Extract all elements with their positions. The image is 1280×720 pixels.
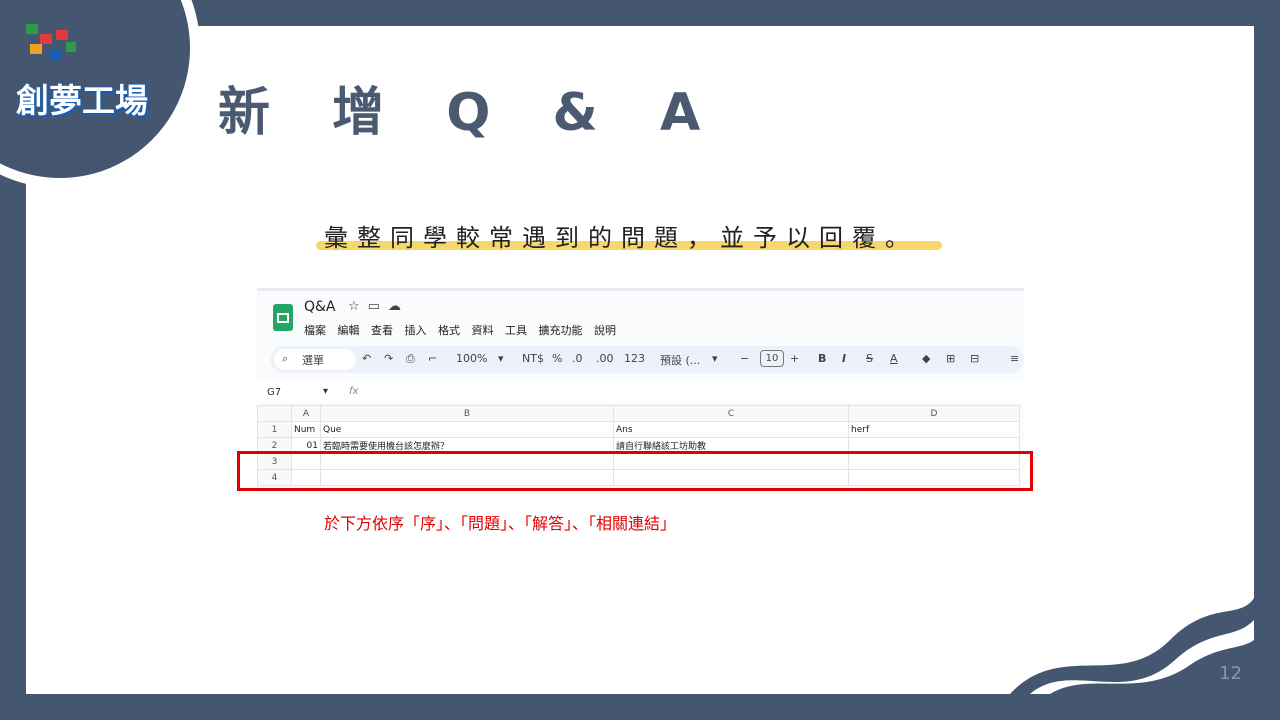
menu-data[interactable]: 資料 xyxy=(472,324,494,337)
title-icons: ☆▭☁ xyxy=(348,299,409,314)
menu-format[interactable]: 格式 xyxy=(438,324,460,337)
corner-select-all[interactable] xyxy=(257,405,292,422)
menu-insert[interactable]: 插入 xyxy=(405,324,427,337)
column-header-d[interactable]: D xyxy=(848,405,1020,422)
italic-icon[interactable]: I xyxy=(842,352,846,365)
page-title: 新 增 Q & A xyxy=(218,83,723,143)
document-title[interactable]: Q&A xyxy=(304,299,336,315)
align-icon[interactable]: ≡ xyxy=(1010,352,1019,365)
column-header-a[interactable]: A xyxy=(291,405,321,422)
cell[interactable]: Num xyxy=(291,421,321,438)
print-icon[interactable]: ⎙ xyxy=(406,352,415,366)
borders-icon[interactable]: ⊞ xyxy=(946,352,955,365)
chevron-down-icon[interactable]: ▾ xyxy=(323,386,328,397)
row-header[interactable]: 1 xyxy=(257,421,292,438)
minus-icon[interactable]: − xyxy=(740,352,749,365)
puzzle-icon xyxy=(26,24,76,60)
toolbar: ⌕ 選單 ↶ ↷ ⎙ ⌐ 100% ▾ NT$ % .0 .00 123 預設 … xyxy=(270,346,1024,373)
name-box[interactable]: G7 xyxy=(267,387,281,398)
search-icon: ⌕ xyxy=(282,352,289,365)
menu-help[interactable]: 說明 xyxy=(594,324,616,337)
plus-icon[interactable]: + xyxy=(790,352,799,365)
menu-view[interactable]: 查看 xyxy=(371,324,393,337)
page-number: 12 xyxy=(1219,663,1242,684)
fx-icon: fx xyxy=(349,386,359,397)
increase-decimal-button[interactable]: .00 xyxy=(596,352,614,365)
decrease-decimal-button[interactable]: .0 xyxy=(572,352,583,365)
sheets-app-icon[interactable] xyxy=(273,304,293,331)
merge-cells-icon[interactable]: ⊟ xyxy=(970,352,979,365)
fill-color-icon[interactable]: ◆ xyxy=(922,352,930,365)
number-format-button[interactable]: 123 xyxy=(624,352,645,365)
star-icon[interactable]: ☆ xyxy=(348,299,368,314)
paint-format-icon[interactable]: ⌐ xyxy=(428,352,437,365)
column-header-c[interactable]: C xyxy=(613,405,849,422)
sheet-header: Q&A ☆▭☁ 檔案 編輯 查看 插入 格式 資料 工具 擴充功能 說明 xyxy=(257,291,1024,339)
formula-bar: G7 ▾ fx xyxy=(257,381,1024,403)
redo-icon[interactable]: ↷ xyxy=(384,352,393,365)
folder-move-icon[interactable]: ▭ xyxy=(368,299,388,314)
table-row: 1 Num Que Ans herf xyxy=(257,421,1020,438)
bold-icon[interactable]: B xyxy=(818,352,826,365)
strikethrough-icon[interactable]: S xyxy=(866,352,873,365)
font-select[interactable]: 預設 (... xyxy=(660,352,700,368)
text-color-icon[interactable]: A xyxy=(890,352,898,365)
cell[interactable]: herf xyxy=(848,421,1020,438)
percent-format-button[interactable]: % xyxy=(552,352,562,365)
subtitle: 彙整同學較常遇到的問題，並予以回覆。 xyxy=(324,224,918,252)
column-header-b[interactable]: B xyxy=(320,405,614,422)
menu-search-label: 選單 xyxy=(302,354,324,367)
logo-text: 創夢工場 xyxy=(16,81,148,120)
font-size-input[interactable]: 10 xyxy=(760,350,784,367)
currency-format-button[interactable]: NT$ xyxy=(522,352,544,365)
cell[interactable]: Que xyxy=(320,421,614,438)
chevron-down-icon[interactable]: ▾ xyxy=(712,352,718,365)
undo-icon[interactable]: ↶ xyxy=(362,352,371,365)
chevron-down-icon[interactable]: ▾ xyxy=(498,352,504,365)
highlight-box xyxy=(237,451,1033,491)
cell[interactable]: Ans xyxy=(613,421,849,438)
menu-file[interactable]: 檔案 xyxy=(304,324,326,337)
subtitle-block: 彙整同學較常遇到的問題，並予以回覆。 xyxy=(316,216,946,256)
menu-bar: 檔案 編輯 查看 插入 格式 資料 工具 擴充功能 說明 xyxy=(304,322,624,338)
annotation-note: 於下方依序「序」、「問題」、「解答」、「相關連結」 xyxy=(324,514,677,533)
zoom-select[interactable]: 100% xyxy=(456,352,487,365)
cloud-status-icon[interactable]: ☁ xyxy=(388,299,409,314)
menu-edit[interactable]: 編輯 xyxy=(338,324,360,337)
menu-tools[interactable]: 工具 xyxy=(505,324,527,337)
menu-extensions[interactable]: 擴充功能 xyxy=(539,324,583,337)
